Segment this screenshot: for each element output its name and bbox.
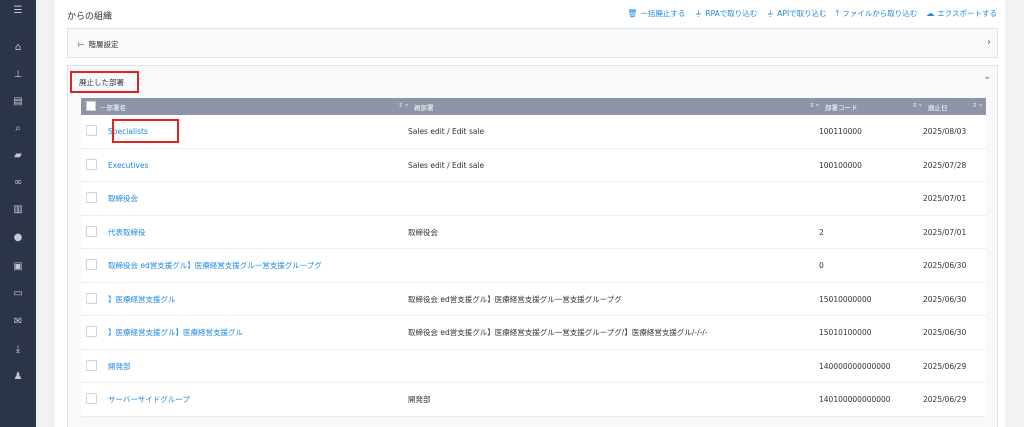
info-icon[interactable]: ● <box>0 230 36 244</box>
sidebar: ☰ ⌂ ⊥ ▤ ⌕ ▰ ∞ ▥ ● ▣ ▭ ✉ ⤓ ♟ <box>0 0 36 427</box>
table-row: Executives Sales edit / Edit sale 100100… <box>81 148 986 182</box>
file-import-button[interactable]: ⤒ ファイルから取り込む <box>836 8 918 19</box>
row-checkbox[interactable] <box>86 292 97 304</box>
row-checkbox[interactable] <box>86 326 97 337</box>
abolished-date: 2025/06/30 <box>923 328 967 337</box>
link-icon[interactable]: ∞ <box>0 175 36 189</box>
table-header: — 部署名 ⇕ ▿ 親部署 ⇕ ▿ 部署コード ⇕ ▿ 廃止日 ⇕ ▿ <box>81 98 986 115</box>
department-code: 15010000000 <box>819 294 872 304</box>
abolished-date: 2025/08/03 <box>923 127 967 136</box>
department-name-link[interactable]: 】医療経営支援グル <box>108 283 176 316</box>
abolished-date: 2025/06/30 <box>923 294 967 304</box>
parent-department: 開発部 <box>408 395 431 404</box>
department-name-link[interactable]: 取締役会 <box>108 182 138 215</box>
abolished-date: 2025/07/28 <box>923 160 967 170</box>
department-name-link[interactable]: Executives <box>108 149 148 182</box>
sort-filter-icon[interactable]: ⇕ ▿ <box>912 102 922 109</box>
chevron-right-icon[interactable]: › <box>987 37 991 48</box>
abolished-date: 2025/06/29 <box>923 361 967 371</box>
department-code: 15010100000 <box>819 328 872 337</box>
row-checkbox[interactable] <box>86 393 97 404</box>
column-header-name[interactable]: — 部署名 ⇕ ▿ <box>100 98 412 115</box>
user-settings-icon[interactable]: ♟ <box>0 369 36 383</box>
table-row: 代表取締役 取締役会 2 2025/07/01 <box>81 215 986 249</box>
department-code: 2 <box>819 227 824 237</box>
department-code: 100110000 <box>819 127 862 136</box>
department-code: 0 <box>819 261 824 270</box>
chat-icon[interactable]: ▰ <box>0 148 36 162</box>
contact-card-icon[interactable]: ▣ <box>0 259 36 273</box>
parent-department: Sales edit / Edit sale <box>408 127 485 136</box>
table-row: 取締役会 ed営支援グル】医療経営支援グル一営支援グループグ 0 2025/06… <box>81 249 986 283</box>
abolished-departments-table: — 部署名 ⇕ ▿ 親部署 ⇕ ▿ 部署コード ⇕ ▿ 廃止日 ⇕ ▿ Spec… <box>81 98 986 417</box>
row-checkbox[interactable] <box>86 125 97 136</box>
parent-department: 取締役会 <box>408 227 438 237</box>
cloud-download-icon: ☁ <box>926 9 935 18</box>
department-code: 100100000 <box>819 160 862 170</box>
home-icon[interactable]: ⌂ <box>0 40 36 54</box>
column-header-code[interactable]: 部署コード ⇕ ▿ <box>823 98 926 115</box>
department-name-link[interactable]: 取締役会 ed営支援グル】医療経営支援グル一営支援グループグ <box>108 249 322 282</box>
row-checkbox[interactable] <box>86 225 97 237</box>
page-title: からの組織 <box>67 12 113 22</box>
trash-icon: 🗑 <box>627 9 638 18</box>
department-name-link[interactable]: 代表取締役 <box>108 216 146 249</box>
menu-icon[interactable]: ☰ <box>0 3 36 17</box>
department-name-link[interactable]: サーバーサイドグループ <box>108 383 190 416</box>
table-row: 】医療経営支援グル 取締役会 ed営支援グル】医療経営支援グル一営支援グループグ… <box>81 282 986 316</box>
hierarchy-settings-panel[interactable]: ⊢ 階層設定 › <box>67 28 998 58</box>
hierarchy-icon: ⊢ <box>78 40 85 49</box>
table-row: 取締役会 2025/07/01 <box>81 182 986 216</box>
parent-department: 取締役会 ed営支援グル】医療経営支援グル一営支援グループグ/】医療経営支援グル… <box>408 328 708 337</box>
api-import-button[interactable]: ⏚ APIで取り込む <box>766 8 826 19</box>
row-checkbox[interactable] <box>86 359 97 371</box>
sort-filter-icon[interactable]: ⇕ ▿ <box>972 102 982 109</box>
department-code: 140000000000000 <box>819 361 891 371</box>
row-checkbox[interactable] <box>86 158 97 170</box>
column-header-date[interactable]: 廃止日 ⇕ ▿ <box>926 98 986 115</box>
rpa-import-button[interactable]: ⏚ RPAで取り込む <box>694 8 757 19</box>
parent-department: Sales edit / Edit sale <box>408 160 485 170</box>
abolished-departments-panel: 廃止した部署 ⌄ — 部署名 ⇕ ▿ 親部署 ⇕ ▿ 部署コード ⇕ ▿ 廃止日 <box>67 65 998 427</box>
sort-filter-icon[interactable]: ⇕ ▿ <box>398 102 408 109</box>
main-content: からの組織 🗑 一括廃止する ⏚ RPAで取り込む ⏚ APIで取り込む ⤒ フ… <box>55 0 1005 427</box>
chevron-down-icon[interactable]: ⌄ <box>983 72 991 82</box>
column-header-parent[interactable]: 親部署 ⇕ ▿ <box>412 98 823 115</box>
table-row: Specialists Sales edit / Edit sale 10011… <box>81 115 986 149</box>
hierarchy-settings-title: 階層設定 <box>88 40 119 49</box>
abolished-date: 2025/07/01 <box>923 227 967 237</box>
download-icon[interactable]: ⤓ <box>0 342 36 356</box>
department-code: 140100000000000 <box>819 395 891 404</box>
book-icon[interactable]: ▭ <box>0 286 36 300</box>
toolbar-actions: 🗑 一括廃止する ⏚ RPAで取り込む ⏚ APIで取り込む ⤒ ファイルから取… <box>627 8 997 19</box>
bar-chart-icon[interactable]: ▥ <box>0 202 36 216</box>
abolished-date: 2025/06/29 <box>923 395 967 404</box>
upload-icon: ⤒ <box>835 8 840 18</box>
table-row: 開発部 140000000000000 2025/06/29 <box>81 349 986 383</box>
abolished-departments-title[interactable]: 廃止した部署 <box>70 71 139 93</box>
document-icon[interactable]: ▤ <box>0 94 36 108</box>
row-checkbox[interactable] <box>86 192 97 203</box>
search-icon[interactable]: ⌕ <box>0 121 36 135</box>
table-row: サーバーサイドグループ 開発部 140100000000000 2025/06/… <box>81 383 986 417</box>
mail-icon[interactable]: ✉ <box>0 314 36 328</box>
department-name-link[interactable]: 】医療経営支援グル】医療経営支援グル <box>108 316 243 349</box>
abolished-date: 2025/07/01 <box>923 194 967 203</box>
sort-filter-icon[interactable]: ⇕ ▿ <box>809 102 819 109</box>
export-button[interactable]: ☁ エクスポートする <box>926 8 997 19</box>
select-all-checkbox[interactable] <box>86 101 96 111</box>
row-checkbox[interactable] <box>86 259 97 270</box>
table-row: 】医療経営支援グル】医療経営支援グル 取締役会 ed営支援グル】医療経営支援グル… <box>81 316 986 350</box>
parent-department: 取締役会 ed営支援グル】医療経営支援グル一営支援グループグ <box>408 294 622 304</box>
highlight-box <box>112 119 179 143</box>
bulk-abolish-button[interactable]: 🗑 一括廃止する <box>627 8 685 19</box>
plug-icon: ⏚ <box>766 9 775 18</box>
plug-icon: ⏚ <box>694 9 703 18</box>
abolished-date: 2025/06/30 <box>923 261 967 270</box>
org-chart-icon[interactable]: ⊥ <box>0 67 36 81</box>
department-name-link[interactable]: 開発部 <box>108 350 131 383</box>
